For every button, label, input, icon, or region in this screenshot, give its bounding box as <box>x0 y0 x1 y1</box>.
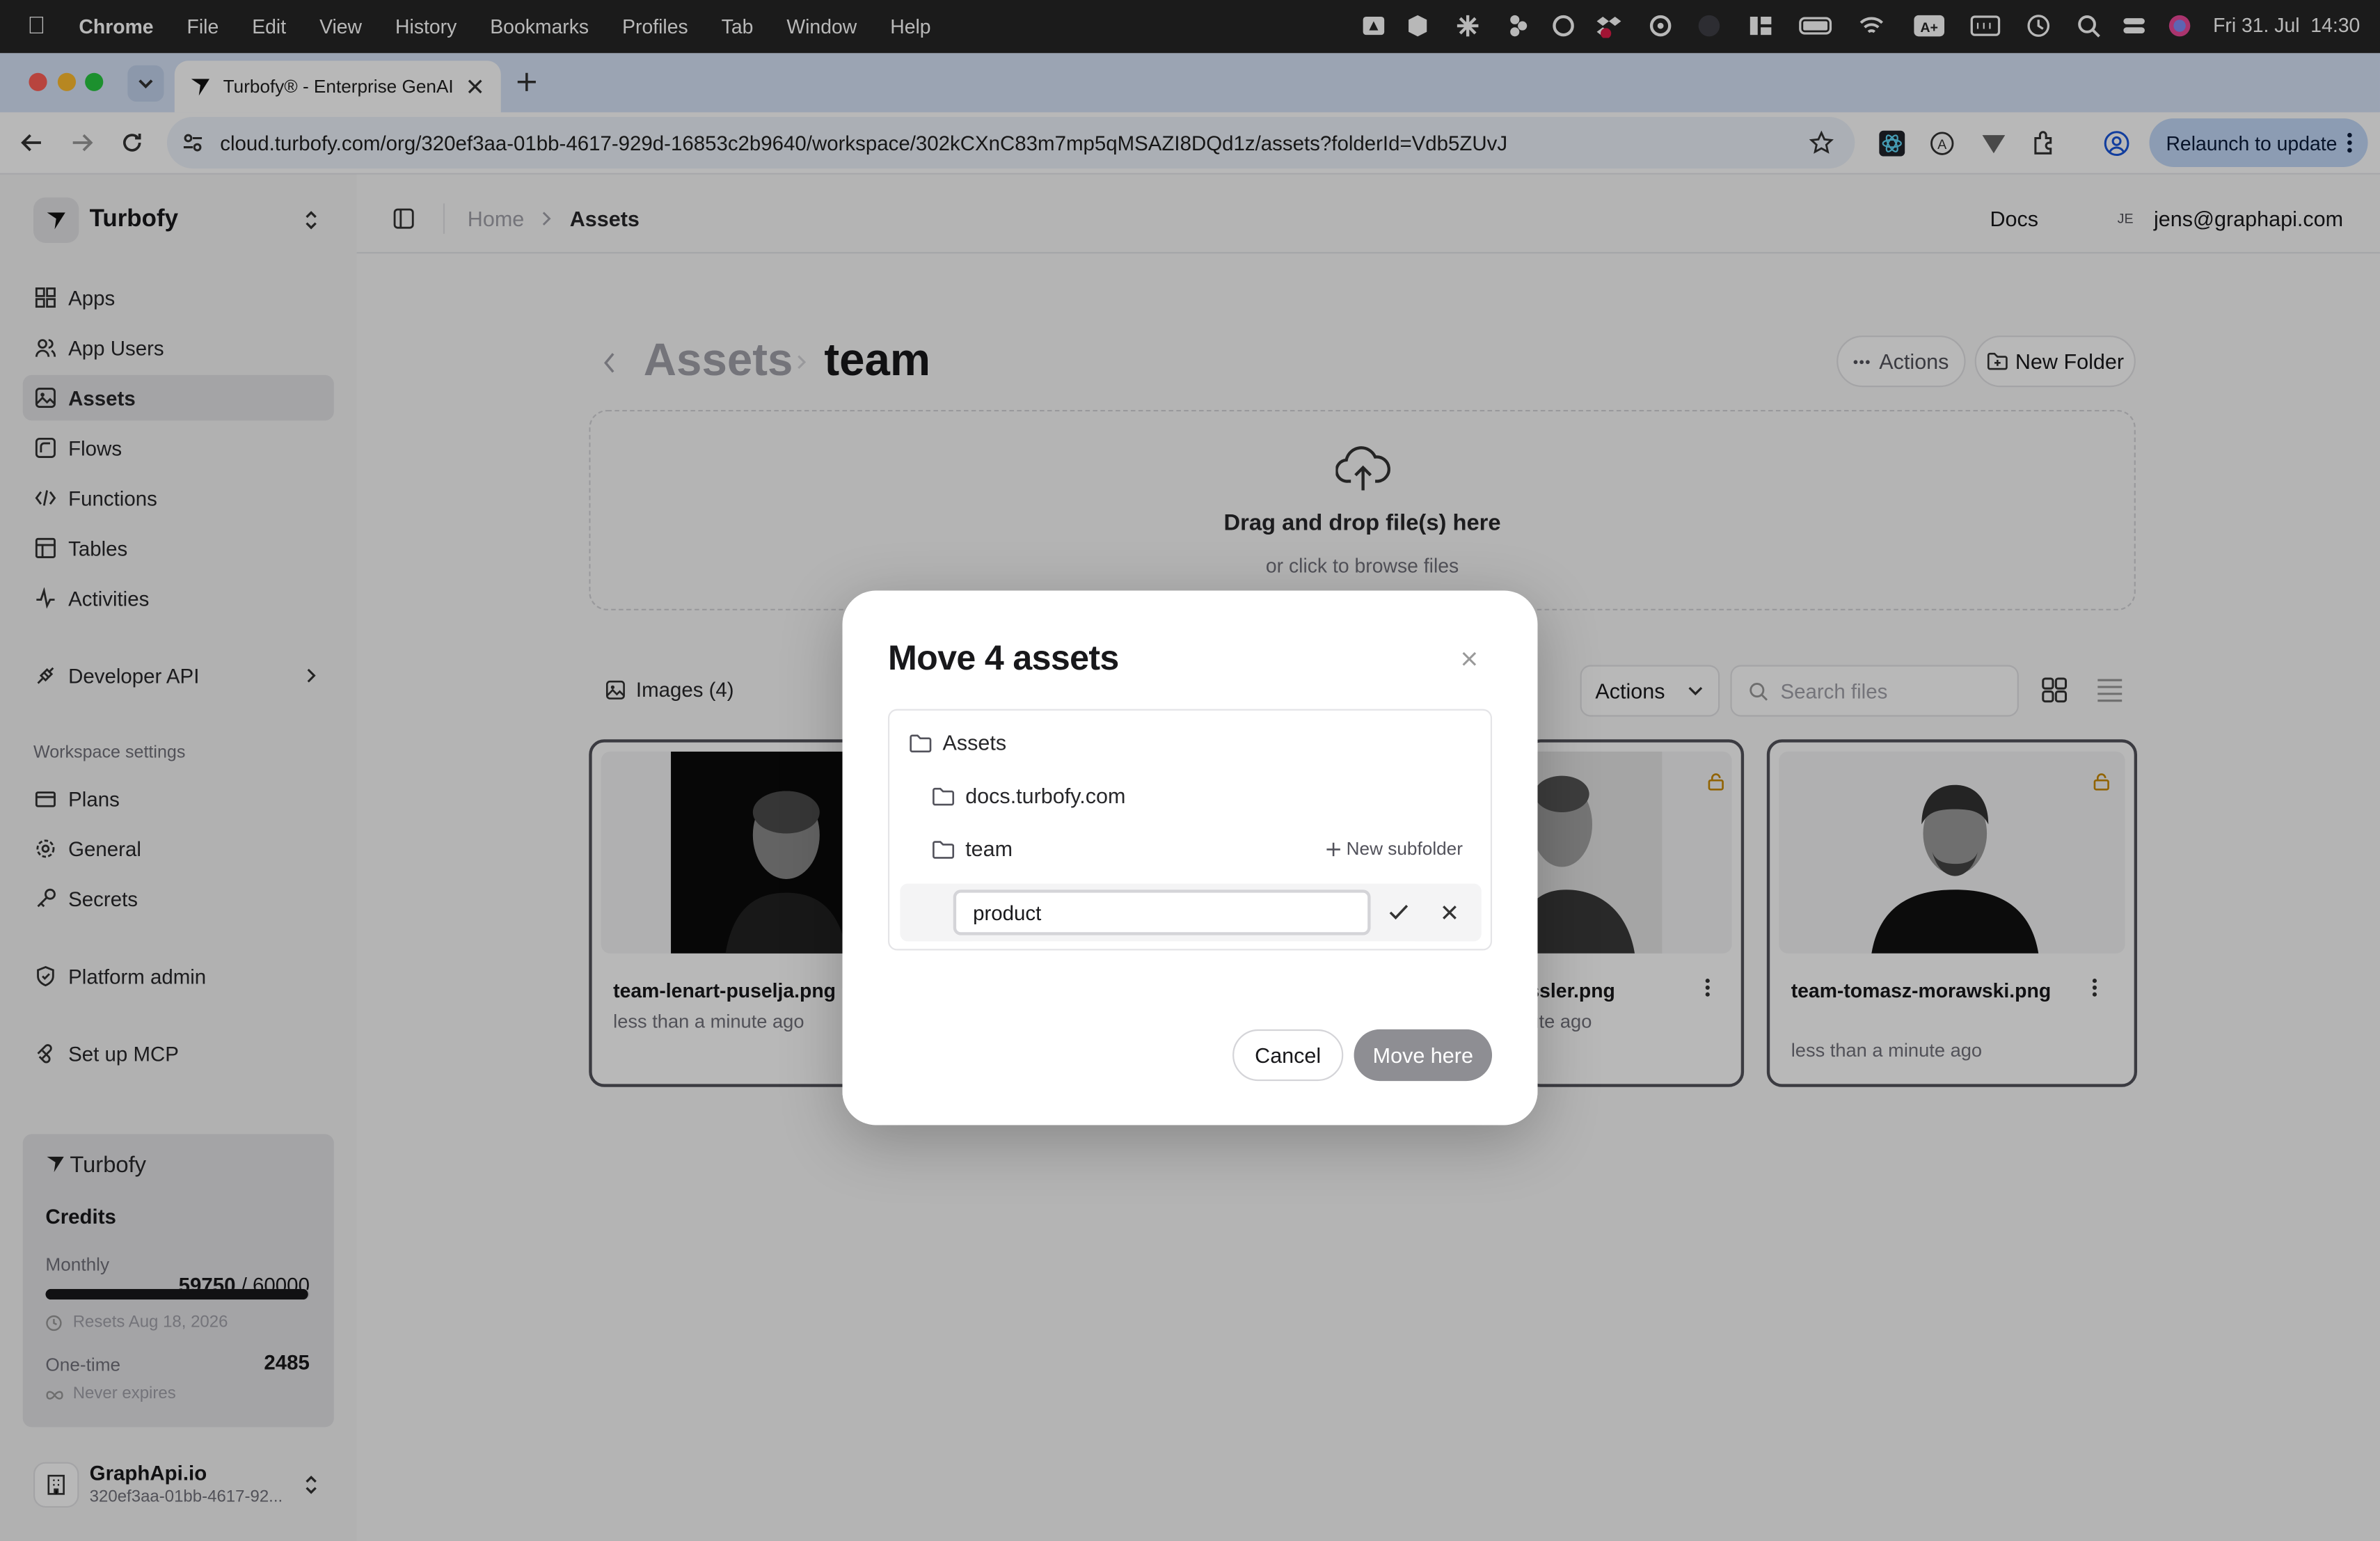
folder-tree: Assets docs.turbofy.com team New subfold… <box>887 709 1493 951</box>
close-icon[interactable] <box>1461 651 1477 667</box>
dialog-footer: Cancel Move here <box>842 988 1538 1125</box>
move-assets-dialog: Move 4 assets Assets docs.turbofy.com te… <box>842 590 1538 1125</box>
folder-icon <box>933 787 955 805</box>
tree-item-label: Assets <box>942 730 1007 755</box>
new-folder-name-input[interactable]: product <box>953 890 1371 935</box>
new-folder-name-value: product <box>973 901 1042 924</box>
move-here-label: Move here <box>1372 1043 1473 1068</box>
new-folder-row: product <box>900 883 1482 942</box>
cancel-x-icon[interactable] <box>1442 905 1457 920</box>
cancel-button[interactable]: Cancel <box>1232 1029 1344 1082</box>
check-icon[interactable] <box>1389 903 1409 920</box>
tree-item-assets[interactable]: Assets <box>909 730 1006 754</box>
tree-item-label: team <box>965 836 1013 861</box>
move-here-button[interactable]: Move here <box>1354 1029 1493 1082</box>
tree-item-team[interactable]: team <box>932 837 1013 861</box>
folder-icon <box>933 840 955 858</box>
plus-icon <box>1326 841 1340 856</box>
cancel-label: Cancel <box>1255 1043 1322 1068</box>
new-subfolder-button[interactable]: New subfolder <box>1326 838 1463 860</box>
new-subfolder-label: New subfolder <box>1346 838 1463 860</box>
folder-icon <box>910 734 932 752</box>
dialog-title: Move 4 assets <box>887 638 1119 677</box>
tree-item-docs[interactable]: docs.turbofy.com <box>932 783 1126 808</box>
tree-item-label: docs.turbofy.com <box>965 783 1126 808</box>
